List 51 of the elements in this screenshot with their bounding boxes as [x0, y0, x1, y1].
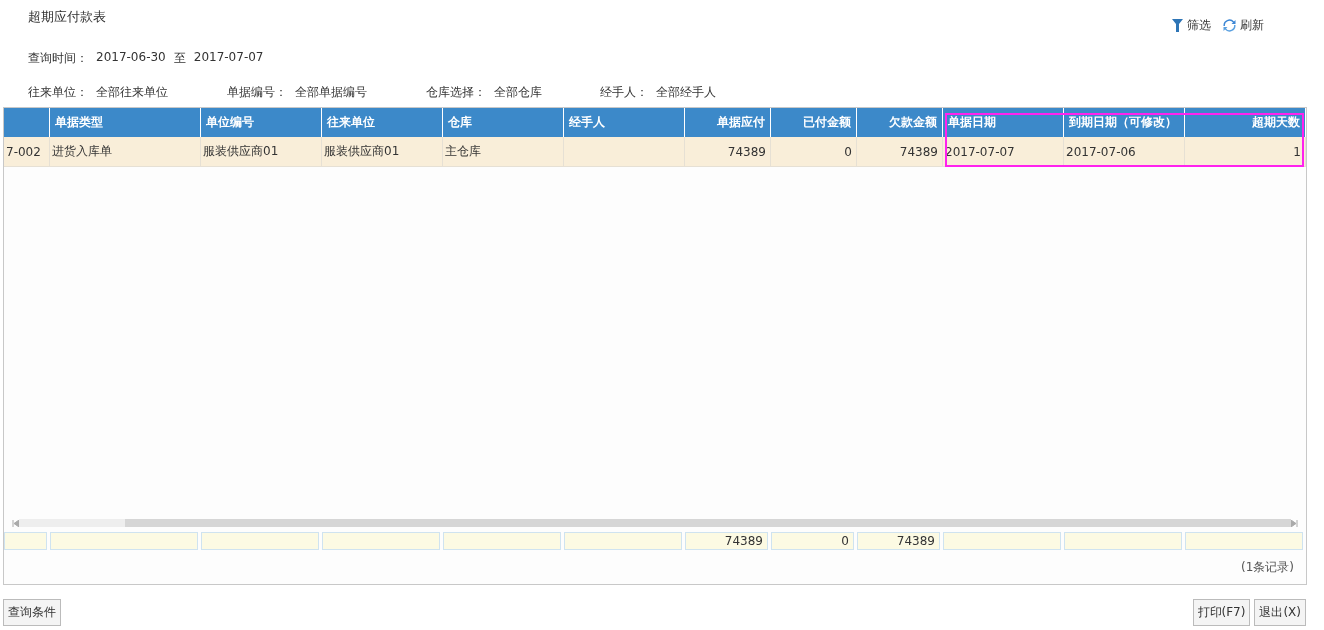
column-header[interactable]: 单据应付 — [685, 108, 771, 137]
column-header[interactable]: 仓库 — [443, 108, 564, 137]
query-conditions-button[interactable]: 查询条件 — [3, 599, 61, 626]
column-header[interactable] — [4, 108, 50, 137]
refresh-icon — [1223, 18, 1236, 32]
date-separator: 至 — [173, 50, 186, 67]
filter-label: 经手人： — [600, 84, 648, 101]
funnel-icon — [1172, 18, 1183, 32]
total-cell: 74389 — [857, 532, 940, 550]
filter-label: 仓库选择： — [426, 84, 486, 101]
column-header[interactable]: 单据日期 — [943, 108, 1064, 137]
column-header[interactable]: 欠款金额 — [857, 108, 943, 137]
print-button[interactable]: 打印(F7) — [1192, 599, 1251, 626]
table-cell: 74389 — [857, 137, 943, 167]
table-cell: 服装供应商01 — [201, 137, 322, 167]
total-cell — [4, 532, 47, 550]
table-cell: 进货入库单 — [50, 137, 201, 167]
column-header[interactable]: 到期日期（可修改） — [1064, 108, 1185, 137]
table-cell: 服装供应商01 — [322, 137, 443, 167]
total-cell: 74389 — [685, 532, 768, 550]
scroll-left-icon[interactable] — [12, 519, 19, 527]
column-header[interactable]: 超期天数 — [1185, 108, 1306, 137]
filter-value: 全部单据编号 — [295, 84, 367, 101]
table-cell: 主仓库 — [443, 137, 564, 167]
filter-button[interactable]: 筛选 — [1172, 12, 1211, 38]
table-cell: 7-002 — [4, 137, 50, 167]
horizontal-scrollbar[interactable] — [12, 518, 1298, 528]
scroll-right-icon[interactable] — [1291, 519, 1298, 527]
column-header[interactable]: 单据类型 — [50, 108, 201, 137]
end-date: 2017-07-07 — [193, 50, 264, 66]
total-cell: 0 — [771, 532, 854, 550]
column-header[interactable]: 单位编号 — [201, 108, 322, 137]
column-header[interactable]: 往来单位 — [322, 108, 443, 137]
query-time-label: 查询时间： — [28, 50, 88, 67]
filter-label: 单据编号： — [227, 84, 287, 101]
record-count: (1条记录) — [1241, 558, 1294, 576]
filter-value: 全部仓库 — [494, 84, 542, 101]
report-title: 超期应付款表 — [28, 8, 106, 26]
column-header[interactable]: 经手人 — [564, 108, 685, 137]
start-date: 2017-06-30 — [96, 50, 166, 66]
filter-value: 全部往来单位 — [96, 84, 168, 101]
table-cell: 1 — [1185, 137, 1306, 167]
table-cell: 74389 — [685, 137, 771, 167]
table-cell: 2017-07-07 — [943, 137, 1064, 167]
table-cell: 0 — [771, 137, 857, 167]
filter-label: 往来单位： — [28, 84, 88, 101]
table-cell: 2017-07-06 — [1064, 137, 1185, 167]
exit-button[interactable]: 退出(X) — [1254, 599, 1306, 626]
filter-value: 全部经手人 — [656, 84, 716, 101]
column-header[interactable]: 已付金额 — [771, 108, 857, 137]
refresh-button[interactable]: 刷新 — [1223, 12, 1264, 38]
